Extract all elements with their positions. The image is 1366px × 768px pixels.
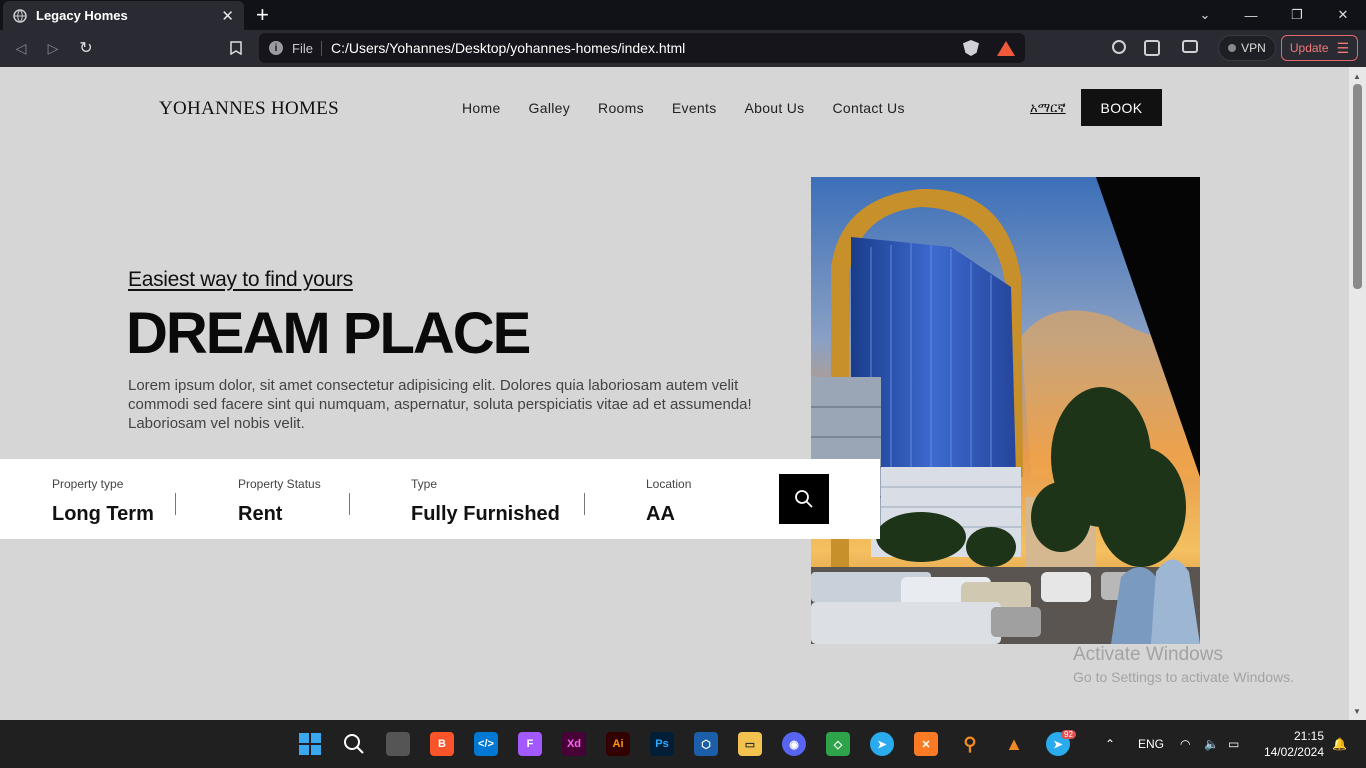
brave-rewards-icon[interactable] [997,40,1015,56]
volume-icon[interactable]: 🔈 [1204,720,1219,768]
location-value[interactable]: AA [646,503,675,526]
minimize-button[interactable]: — [1228,0,1274,30]
browser-tab[interactable]: Legacy Homes ✕ [3,1,244,30]
telegram-icon[interactable]: ➤ [870,732,894,756]
figma-icon[interactable]: F [518,732,542,756]
wifi-icon[interactable]: ◠ [1180,720,1190,768]
hero-description: Lorem ipsum dolor, sit amet consectetur … [128,377,752,432]
illustrator-icon[interactable]: Ai [606,732,630,756]
adobe-xd-icon[interactable]: Xd [562,732,586,756]
system-clock[interactable]: 21:15 14/02/2024 [1258,728,1324,760]
address-bar[interactable]: i File C:/Users/Yohannes/Desktop/yohanne… [259,33,1025,63]
nav-home[interactable]: Home [462,100,501,116]
property-status-value[interactable]: Rent [238,503,282,526]
type-label: Type [411,477,438,491]
language-link[interactable]: አማርኛ [1030,100,1066,116]
extensions-icon[interactable] [1112,40,1126,54]
field-divider [175,493,176,515]
windows-taskbar: B </> F Xd Ai Ps ⬡ ▭ ◉ ◇ ➤ ✕ ⚲ ▲ ➤ 92 ⌃ … [0,720,1366,768]
vpn-label: VPN [1241,41,1266,55]
property-search-bar: Property type Long Term Property Status … [0,459,880,539]
field-divider [349,493,350,515]
browser-tab-bar: Legacy Homes ✕ + ⌄ — ❐ ✕ [0,0,1366,30]
brave-browser-icon[interactable]: B [430,732,454,756]
field-divider [584,493,585,515]
scroll-up-icon[interactable]: ▲ [1353,72,1361,81]
nav-galley[interactable]: Galley [529,100,570,116]
search-tool-icon[interactable]: ⚲ [958,732,982,756]
vlc-icon[interactable]: ▲ [1002,732,1026,756]
scroll-down-icon[interactable]: ▼ [1353,707,1361,716]
green-app-icon[interactable]: ◇ [826,732,850,756]
hero-image [811,177,1200,644]
url-scheme-label: File [292,40,322,56]
globe-icon [13,8,27,23]
xampp-icon[interactable]: ✕ [914,732,938,756]
vscode-icon[interactable]: </> [474,732,498,756]
nav-events[interactable]: Events [672,100,717,116]
tab-close-icon[interactable]: ✕ [221,7,234,25]
restore-button[interactable]: ❐ [1274,0,1320,30]
page-viewport: YOHANNES HOMES Home Galley Rooms Events … [0,67,1366,720]
property-type-value[interactable]: Long Term [52,503,154,526]
page-scrollbar[interactable]: ▲ ▼ [1349,67,1366,720]
language-indicator[interactable]: ENG [1138,720,1164,768]
property-type-label: Property type [52,477,124,491]
site-nav: Home Galley Rooms Events About Us Contac… [462,100,905,116]
url-text[interactable]: C:/Users/Yohannes/Desktop/yohannes-homes… [331,40,963,56]
sidebar-icon[interactable] [1144,40,1160,56]
forward-button[interactable]: ▷ [43,38,63,58]
nav-about-us[interactable]: About Us [745,100,805,116]
tab-title: Legacy Homes [36,8,128,23]
reload-button[interactable]: ↻ [76,38,96,58]
windows-start-icon[interactable] [298,732,322,756]
wallet-icon[interactable] [1182,40,1198,53]
watermark-subtitle: Go to Settings to activate Windows. [1073,669,1294,685]
notification-bell-icon[interactable]: 🔔 [1332,720,1347,768]
tab-search-chevron-icon[interactable]: ⌄ [1182,0,1228,30]
new-tab-button[interactable]: + [256,3,269,27]
photoshop-icon[interactable]: Ps [650,732,674,756]
back-button[interactable]: ◁ [11,38,31,58]
type-value[interactable]: Fully Furnished [411,503,560,526]
browser-toolbar: ◁ ▷ ↻ i File C:/Users/Yohannes/Desktop/y… [0,30,1366,67]
activate-windows-watermark: Activate Windows Go to Settings to activ… [1073,644,1294,685]
vpn-status-icon [1228,44,1237,52]
update-label: Update [1289,41,1329,55]
update-button[interactable]: Update ☰ [1281,35,1358,61]
site-brand[interactable]: YOHANNES HOMES [159,98,339,120]
search-icon [795,490,813,508]
menu-icon: ☰ [1336,39,1350,56]
property-status-label: Property Status [238,477,321,491]
nav-contact-us[interactable]: Contact Us [833,100,905,116]
site-info-icon[interactable]: i [269,41,283,55]
bookmark-icon[interactable] [226,38,246,58]
nav-rooms[interactable]: Rooms [598,100,644,116]
battery-icon[interactable]: ▭ [1228,720,1239,768]
file-explorer-icon[interactable]: ▭ [738,732,762,756]
virtualbox-icon[interactable]: ⬡ [694,732,718,756]
clock-time: 21:15 [1293,729,1324,743]
book-button[interactable]: BOOK [1081,89,1162,126]
close-window-button[interactable]: ✕ [1320,0,1366,30]
search-button[interactable] [779,474,829,524]
show-hidden-icons[interactable]: ⌃ [1105,720,1115,768]
scrollbar-thumb[interactable] [1353,84,1362,289]
telegram-badge: 92 [1061,730,1076,739]
brave-shield-icon[interactable] [963,40,979,56]
hero-subtitle: Easiest way to find yours [128,268,353,291]
watermark-title: Activate Windows [1073,644,1223,665]
vpn-button[interactable]: VPN [1218,35,1276,61]
location-label: Location [646,477,692,491]
discord-icon[interactable]: ◉ [782,732,806,756]
clock-date: 14/02/2024 [1263,745,1324,759]
taskbar-search-icon[interactable] [342,732,366,756]
task-view-icon[interactable] [386,732,410,756]
hero-headline: DREAM PLACE [126,301,531,366]
